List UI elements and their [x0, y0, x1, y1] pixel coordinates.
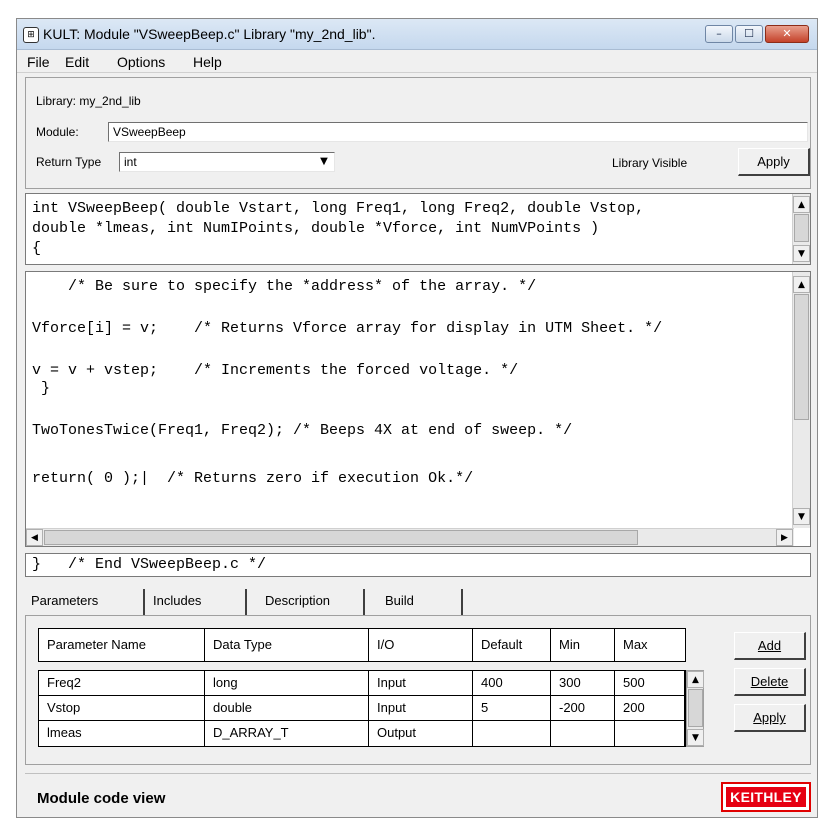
parameters-panel: Parameter Name Data Type I/O Default Min… [25, 615, 811, 765]
menu-options[interactable]: Options [117, 54, 165, 70]
module-code-editor[interactable]: /* Be sure to specify the *address* of t… [25, 271, 811, 547]
code-line: } [32, 380, 51, 397]
scroll-down-icon[interactable]: ▼ [687, 729, 704, 746]
menu-file[interactable]: File [27, 54, 50, 70]
table-cell[interactable]: double [205, 696, 369, 721]
module-footer-editor[interactable]: } /* End VSweepBeep.c */ [25, 553, 811, 577]
table-cell[interactable]: 500 [615, 671, 685, 696]
app-icon: ⊞ [23, 27, 39, 43]
return-type-select[interactable]: int ▼ [119, 152, 335, 172]
table-cell[interactable]: Input [369, 671, 473, 696]
table-cell[interactable]: Vstop [39, 696, 205, 721]
keithley-logo-text: KEITHLEY [726, 787, 806, 807]
scroll-down-icon[interactable]: ▼ [793, 508, 810, 525]
window-title: KULT: Module "VSweepBeep.c" Library "my_… [43, 26, 376, 42]
scroll-down-icon[interactable]: ▼ [793, 245, 810, 262]
scroll-up-icon[interactable]: ▲ [793, 276, 810, 293]
module-name-field[interactable]: VSweepBeep [108, 122, 808, 142]
module-info-panel: Library: my_2nd_lib Module: VSweepBeep R… [25, 77, 811, 189]
return-type-value: int [124, 155, 137, 169]
scroll-thumb[interactable] [794, 294, 809, 420]
function-signature-editor[interactable]: int VSweepBeep( double Vstart, long Freq… [25, 193, 811, 265]
code-horizontal-scrollbar[interactable]: ◀ ▶ [26, 528, 794, 546]
module-label: Module: [36, 125, 79, 139]
column-header: Max [623, 637, 648, 652]
table-cell[interactable]: 5 [473, 696, 551, 721]
parameters-table: Freq2 long Input 400 300 500 Vstop doubl… [38, 670, 686, 747]
table-cell[interactable]: 200 [615, 696, 685, 721]
apply-module-button[interactable]: Apply [738, 148, 810, 176]
maximize-button[interactable]: ☐ [735, 25, 763, 43]
table-scrollbar[interactable]: ▲ ▼ [686, 670, 704, 747]
table-cell[interactable] [551, 721, 615, 746]
code-line: /* Be sure to specify the *address* of t… [32, 278, 537, 295]
code-line: TwoTonesTwice(Freq1, Freq2); /* Beeps 4X… [32, 422, 573, 439]
add-parameter-button[interactable]: Add [734, 632, 806, 660]
scroll-up-icon[interactable]: ▲ [687, 671, 704, 688]
table-cell[interactable]: 400 [473, 671, 551, 696]
column-header: I/O [369, 629, 473, 661]
table-cell[interactable]: Output [369, 721, 473, 746]
signature-line: { [32, 240, 42, 257]
table-cell[interactable]: 300 [551, 671, 615, 696]
table-cell[interactable]: lmeas [39, 721, 205, 746]
kult-window: ⊞ KULT: Module "VSweepBeep.c" Library "m… [16, 18, 818, 818]
table-cell[interactable]: Freq2 [39, 671, 205, 696]
table-cell[interactable]: long [205, 671, 369, 696]
scroll-thumb[interactable] [688, 689, 703, 727]
tab-build-label: Build [385, 593, 414, 608]
tab-includes-label: Includes [153, 593, 202, 608]
scroll-right-icon[interactable]: ▶ [776, 529, 793, 546]
menu-bar: File Edit Options Help [17, 50, 817, 73]
horizontal-scroll-thumb[interactable] [44, 530, 638, 545]
status-bar: Module code view KEITHLEY [25, 773, 811, 814]
menu-help[interactable]: Help [193, 54, 222, 70]
tab-parameters-label: Parameters [31, 593, 99, 608]
close-button[interactable]: ✕ [765, 25, 809, 43]
table-cell[interactable] [473, 721, 551, 746]
footer-code-line: } /* End VSweepBeep.c */ [32, 556, 267, 573]
column-header: Parameter Name [39, 629, 205, 661]
column-header: Default [473, 629, 551, 661]
scroll-left-icon[interactable]: ◀ [26, 529, 43, 546]
scroll-thumb[interactable] [794, 214, 809, 242]
tab-build[interactable]: Build [385, 589, 463, 615]
tab-description[interactable]: Description [265, 589, 365, 615]
code-line: return( 0 );| /* Returns zero if executi… [32, 470, 474, 487]
signature-scrollbar[interactable]: ▲ ▼ [792, 194, 810, 264]
table-cell[interactable]: -200 [551, 696, 615, 721]
table-cell[interactable]: Input [369, 696, 473, 721]
code-vertical-scrollbar[interactable]: ▲ ▼ [792, 272, 810, 528]
table-cell[interactable]: D_ARRAY_T [205, 721, 369, 746]
library-visible-label: Library Visible [612, 156, 688, 170]
apply-parameters-button[interactable]: Apply [734, 704, 806, 732]
code-line: Vforce[i] = v; /* Returns Vforce array f… [32, 320, 663, 337]
tab-includes[interactable]: Includes [153, 589, 247, 615]
chevron-down-icon[interactable]: ▼ [316, 154, 332, 170]
parameters-table-header: Parameter Name Data Type I/O Default Min… [38, 628, 686, 662]
delete-parameter-button[interactable]: Delete [734, 668, 806, 696]
scroll-up-icon[interactable]: ▲ [793, 196, 810, 213]
signature-line: int VSweepBeep( double Vstart, long Freq… [32, 200, 645, 217]
library-label: Library: my_2nd_lib [36, 94, 141, 108]
return-type-label: Return Type [36, 155, 102, 169]
keithley-logo: KEITHLEY [721, 782, 811, 812]
tab-parameters[interactable]: Parameters [31, 589, 145, 615]
status-text: Module code view [37, 790, 166, 807]
table-cell[interactable] [615, 721, 685, 746]
menu-edit[interactable]: Edit [65, 54, 89, 70]
tab-description-label: Description [265, 593, 331, 608]
title-bar: ⊞ KULT: Module "VSweepBeep.c" Library "m… [17, 19, 817, 50]
signature-line: double *lmeas, int NumIPoints, double *V… [32, 220, 600, 237]
column-header: Min [551, 629, 615, 661]
code-line: v = v + vstep; /* Increments the forced … [32, 362, 519, 379]
minimize-button[interactable]: – [705, 25, 733, 43]
column-header: Data Type [205, 629, 369, 661]
